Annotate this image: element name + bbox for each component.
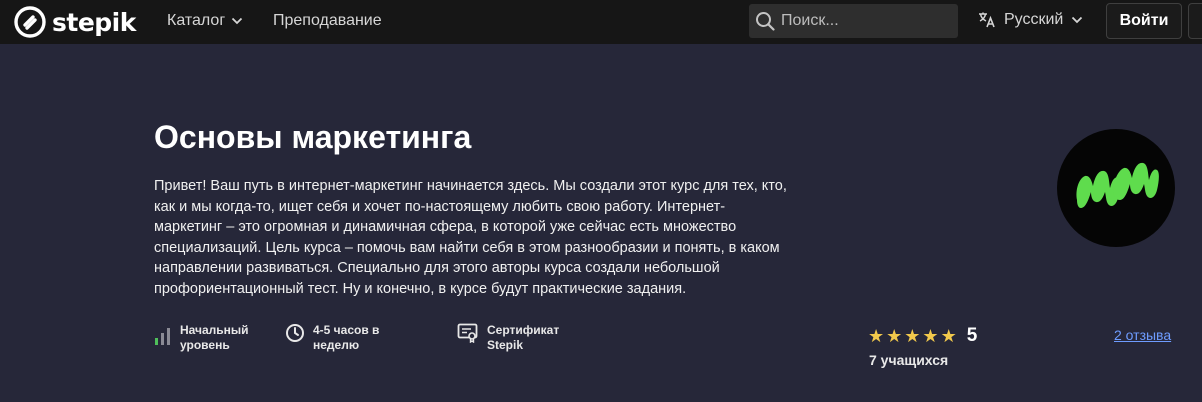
learners-count: 7 учащихся [869, 352, 949, 368]
register-button-edge[interactable] [1188, 3, 1202, 39]
translate-icon [979, 12, 995, 28]
clock-icon [286, 324, 304, 342]
feature-time: 4-5 часов в неделю [285, 323, 379, 353]
rating-value: 5 [966, 325, 978, 346]
certificate-icon [457, 323, 478, 343]
course-title: Основы маркетинга [154, 119, 472, 155]
level-bars-icon [155, 328, 170, 345]
description-line: профориентационный тест. Ну и конечно, в… [154, 280, 687, 297]
description-line: направлении развиваться. Специально для … [154, 260, 720, 276]
course-description: Привет! Ваш путь в интернет-маркетинг на… [154, 176, 819, 299]
description-line: специализаций. Цель курса – помочь вам н… [154, 239, 780, 256]
level-label-line: Начальный [180, 323, 249, 337]
time-label-line: 4-5 часов в [313, 323, 380, 337]
level-label-line: уровень [180, 338, 230, 352]
certificate-label-line: Stepik [487, 338, 524, 352]
course-rating: ★ ★ ★ ★ ★ 5 [868, 325, 977, 347]
nav-teaching-label: Преподавание [273, 12, 382, 29]
nav-teaching[interactable]: Преподавание [273, 12, 382, 30]
star-icon: ★ [922, 326, 939, 346]
nav-catalog[interactable]: Каталог [167, 12, 243, 30]
reviews-link[interactable]: 2 отзыва [1114, 327, 1171, 343]
course-logo-mm-icon [1076, 162, 1159, 208]
certificate-label-line: Сертификат [487, 323, 560, 337]
chevron-down-icon [1072, 16, 1083, 24]
chevron-down-icon [232, 17, 243, 25]
top-navbar: stepik Каталог Преподавание Русский Войт… [0, 0, 1202, 44]
description-line: маркетинг – это огромная и динамичная сф… [154, 219, 737, 235]
language-selector[interactable]: Русский [978, 11, 1083, 29]
description-line: Привет! Ваш путь в интернет-маркетинг на… [154, 178, 787, 194]
star-icon: ★ [904, 326, 921, 346]
search-icon [756, 12, 775, 31]
search-input[interactable] [781, 12, 951, 30]
time-label-line: неделю [313, 338, 360, 352]
language-label: Русский [1004, 11, 1064, 28]
feature-certificate: Сертификат Stepik [457, 323, 559, 353]
search-box[interactable] [749, 4, 958, 38]
logo-text: stepik [52, 7, 136, 37]
star-icon: ★ [940, 326, 957, 346]
description-line: как и мы когда-то, ищет себя и хочет по-… [154, 198, 726, 215]
feature-level: Начальный уровень [154, 323, 249, 353]
nav-catalog-label: Каталог [167, 12, 226, 29]
star-icon: ★ [868, 326, 885, 346]
stepik-logo[interactable]: stepik [14, 5, 136, 39]
stepik-logo-icon [14, 6, 46, 38]
login-button[interactable]: Войти [1106, 3, 1182, 39]
course-avatar [1057, 129, 1175, 247]
star-icon: ★ [886, 326, 903, 346]
